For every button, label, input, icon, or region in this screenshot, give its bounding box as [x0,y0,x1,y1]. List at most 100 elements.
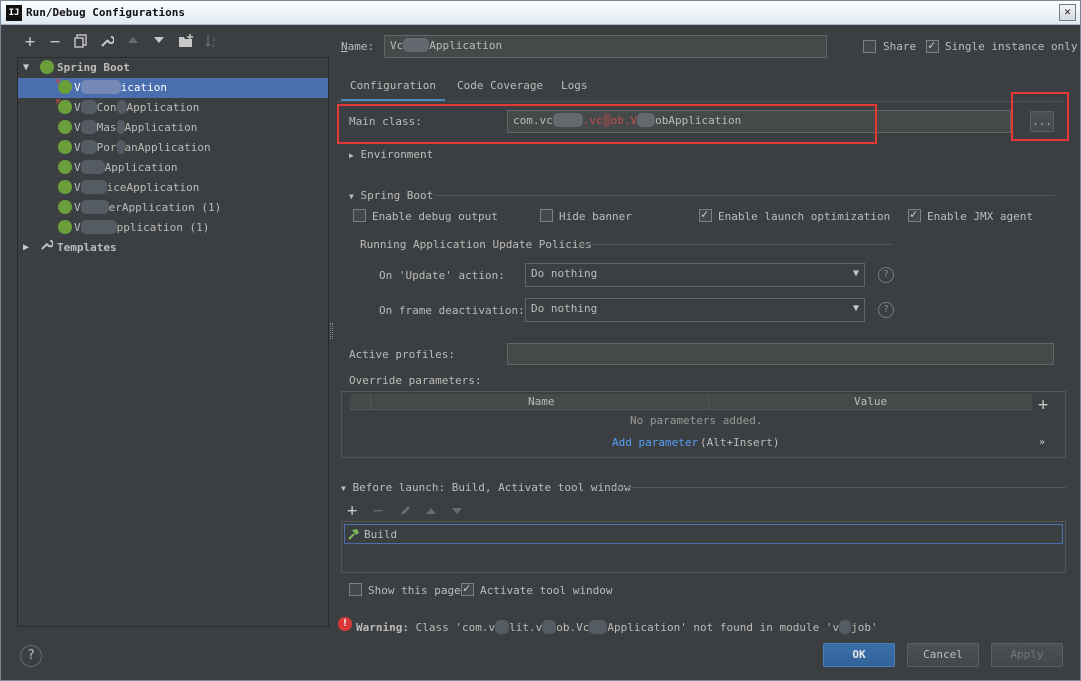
spring-app-error-icon [55,77,72,94]
hide-banner-checkbox[interactable] [540,209,553,222]
active-profiles-input[interactable] [507,343,1054,365]
tab-configuration[interactable]: Configuration [341,73,445,101]
run-debug-dialog: IJ Run/Debug Configurations ✕ + − az ▼ S… [0,0,1081,681]
tree-item[interactable]: V Mas Application [18,118,328,138]
tab-logs[interactable]: Logs [561,73,588,101]
warning-message: Warning: Class 'com.v lit.v ob.Vc Applicati… [356,620,878,634]
add-task-plus-icon[interactable]: + [347,501,357,521]
single-instance-checkbox[interactable] [926,38,939,53]
expand-icon[interactable]: » [1039,437,1045,448]
spring-boot-icon [40,60,54,74]
spring-boot-label: Spring Boot [57,61,130,74]
chevron-down-icon: ▼ [852,303,859,314]
spring-boot-section-title[interactable]: ▼ Spring Boot [349,189,433,202]
wrench-icon [40,238,54,258]
enable-launch-optimization-checkbox[interactable] [699,207,712,222]
column-name-header[interactable]: Name [528,395,555,408]
wrench-icon[interactable] [99,34,115,52]
help-button[interactable]: ? [20,645,42,667]
configuration-tree: ▼ Spring Boot Vication VConApplication V… [17,57,329,627]
policies-divider [576,244,892,245]
highlight-box-browse [1011,92,1069,141]
title-bar: IJ Run/Debug Configurations ✕ [1,1,1080,25]
enable-debug-output-label: Enable debug output [372,210,498,223]
close-window-button[interactable]: ✕ [1059,4,1076,21]
tree-item-label: ViceApplication [74,180,200,194]
on-update-select[interactable]: Do nothing ▼ [525,263,865,287]
before-launch-divider [611,487,1066,488]
spring-app-icon [58,200,72,214]
empty-table-text: No parameters added. [630,414,763,427]
tree-item-label: V Application [74,160,178,174]
copy-icon[interactable] [73,34,89,52]
tree-item[interactable]: Vpplication (1) [18,218,328,238]
add-parameter-plus-icon[interactable]: + [1038,395,1048,415]
splitter-handle[interactable] [330,323,333,339]
chevron-down-icon: ▼ [852,268,859,279]
tree-item[interactable]: VConApplication [18,97,328,118]
on-frame-deactivation-select[interactable]: Do nothing ▼ [525,298,865,322]
help-icon[interactable]: ? [878,267,894,283]
highlight-box-main-class [337,104,877,144]
tree-item-label: Vication [74,80,167,94]
apply-button[interactable]: Apply [991,643,1063,667]
expanded-arrow-icon[interactable]: ▼ [23,58,29,78]
active-profiles-label: Active profiles: [349,348,455,361]
share-label: Share [883,40,917,53]
tree-item[interactable]: Vication [18,77,328,98]
remove-task-minus-icon[interactable]: − [373,501,383,521]
on-frame-deactivation-label: On frame deactivation: [379,304,525,317]
move-task-up-icon[interactable] [425,506,437,519]
show-this-page-label: Show this page [368,584,461,597]
warning-icon: ! [338,617,352,631]
tree-item-label: V Mas Application [74,120,198,134]
before-launch-list: Build [341,521,1066,573]
collapsed-arrow-icon[interactable]: ▶ [23,238,29,258]
tree-item[interactable]: VerApplication (1) [18,198,328,218]
expanded-arrow-icon: ▼ [341,484,346,493]
sort-icon[interactable]: az [204,34,220,52]
build-task-label: Build [364,528,398,541]
collapsed-arrow-icon: ▶ [349,151,354,160]
column-value-header[interactable]: Value [854,395,887,408]
plus-icon[interactable]: + [22,34,38,51]
ok-button[interactable]: OK [823,643,895,667]
tree-item-label: V Por anApplication [74,140,211,154]
enable-debug-output-checkbox[interactable] [353,209,366,222]
cancel-button[interactable]: Cancel [907,643,979,667]
tree-item[interactable]: V Application [18,158,328,178]
override-parameters-label: Override parameters: [349,374,482,387]
arrow-up-icon[interactable] [125,34,141,50]
add-parameter-link[interactable]: Add parameter [612,436,698,449]
minus-icon[interactable]: − [47,34,63,51]
tabs-divider [337,101,1066,102]
tree-item[interactable]: V Por anApplication [18,138,328,158]
list-item[interactable]: Build [344,524,1063,544]
name-field[interactable]: Vc Application [384,35,827,58]
tree-item[interactable]: ViceApplication [18,178,328,198]
window-title: Run/Debug Configurations [26,6,185,19]
tab-code-coverage[interactable]: Code Coverage [457,73,543,101]
enable-launch-optimization-label: Enable launch optimization [718,210,891,223]
folder-add-icon[interactable] [178,34,194,52]
environment-toggle[interactable]: ▶ Environment [349,148,433,161]
add-parameter-shortcut: (Alt+Insert) [700,436,780,449]
spring-app-icon [58,140,72,154]
svg-text:z: z [212,42,215,48]
tree-group-templates[interactable]: ▶ Templates [18,238,328,258]
help-icon[interactable]: ? [878,302,894,318]
spring-boot-divider [435,195,1055,196]
enable-jmx-agent-checkbox[interactable] [908,207,921,222]
name-label: Name: [341,40,375,53]
expanded-arrow-icon: ▼ [349,192,354,201]
edit-task-pencil-icon[interactable] [399,504,412,520]
hide-banner-label: Hide banner [559,210,632,223]
show-this-page-checkbox[interactable] [349,583,362,596]
before-launch-title[interactable]: ▼ Before launch: Build, Activate tool wi… [341,481,631,494]
tree-group-spring-boot[interactable]: ▼ Spring Boot [18,58,328,78]
move-task-down-icon[interactable] [451,506,463,519]
activate-tool-window-checkbox[interactable] [461,581,474,596]
arrow-down-icon[interactable] [151,34,167,50]
share-checkbox[interactable] [863,40,876,53]
hammer-icon [347,527,361,544]
